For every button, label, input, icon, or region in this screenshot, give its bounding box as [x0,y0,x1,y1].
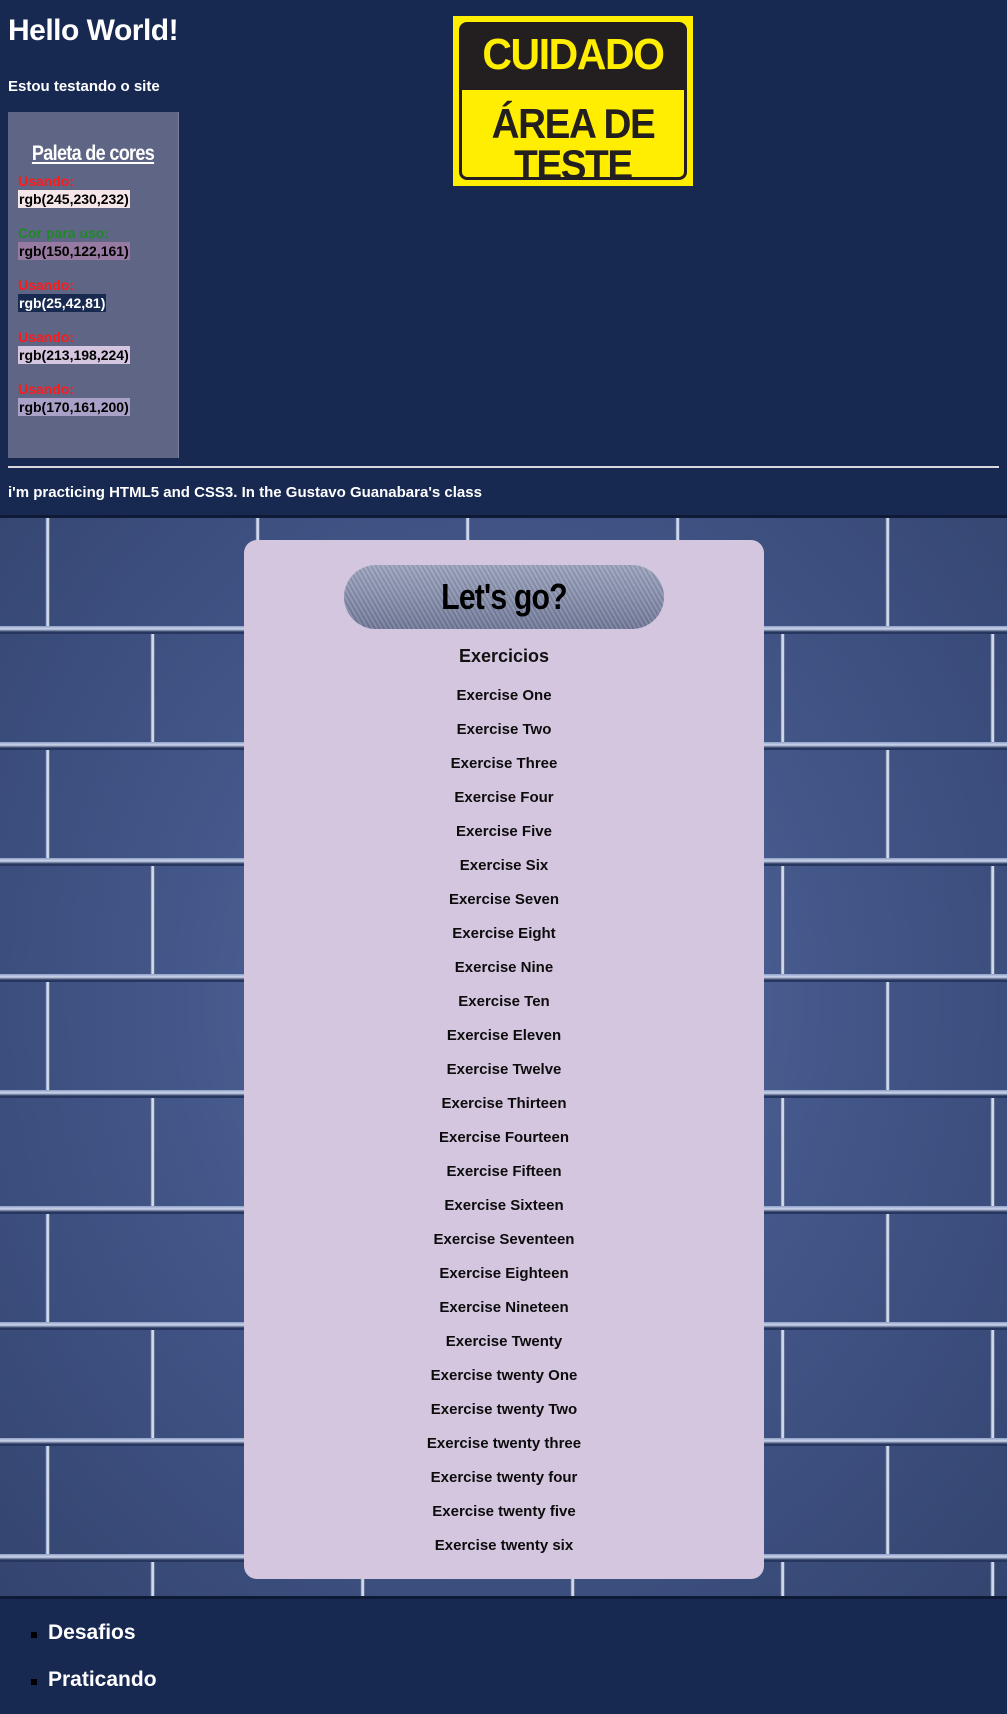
brick-joint [45,982,50,1090]
warning-sign-line3: TESTE [514,141,633,188]
palette-swatch: rgb(170,161,200) [18,398,130,416]
exercise-link[interactable]: Exercise Two [244,720,764,754]
brick-joint [885,750,890,858]
brick-joint [150,634,155,742]
brick-joint [150,1330,155,1438]
exercise-link[interactable]: Exercise Five [244,822,764,856]
palette-swatch: rgb(25,42,81) [18,294,107,312]
brick-joint [45,750,50,858]
brick-joint [150,1562,155,1596]
brick-joint [990,1098,995,1206]
exercise-link[interactable]: Exercise Eighteen [244,1264,764,1298]
palette-item-label: Cor para uso: [18,225,110,241]
brick-joint [45,1446,50,1554]
brick-joint [885,1214,890,1322]
horizontal-rule [8,466,999,468]
exercise-link[interactable]: Exercise twenty four [244,1468,764,1502]
exercise-link[interactable]: Exercise One [244,686,764,720]
exercise-link[interactable]: Exercise Nineteen [244,1298,764,1332]
palette-swatch: rgb(245,230,232) [18,190,130,208]
warning-sign-band: CUIDADO [459,22,687,90]
exercise-link[interactable]: Exercise Seven [244,890,764,924]
exercise-link[interactable]: Exercise Thirteen [244,1094,764,1128]
exercise-link[interactable]: Exercise Sixteen [244,1196,764,1230]
brick-joint [885,982,890,1090]
color-palette-box: Paleta de cores Usando: rgb(245,230,232)… [8,112,179,458]
brick-joint [990,1562,995,1596]
lets-go-banner: Let's go? [344,565,664,629]
brick-joint [150,866,155,974]
exercise-link[interactable]: Exercise Twenty [244,1332,764,1366]
brick-joint [780,634,785,742]
page-footer: Desafios Praticando [0,1599,1007,1714]
palette-item-label: Usando: [18,329,74,345]
palette-item: Usando: rgb(170,161,200) [18,380,130,416]
brick-joint [885,518,890,626]
warning-sign-image: CUIDADO ÁREA DE TESTE [453,16,693,186]
brick-wall-section: Let's go? Exercicios Exercise One Exercis… [0,515,1007,1599]
page-header: Hello World! Estou testando o site Palet… [0,0,1007,515]
footer-link-praticando[interactable]: Praticando [31,1668,157,1692]
brick-joint [990,866,995,974]
brick-joint [150,1098,155,1206]
palette-item-label: Usando: [18,277,74,293]
brick-joint [990,634,995,742]
exercise-link[interactable]: Exercise Three [244,754,764,788]
palette-item: Usando: rgb(213,198,224) [18,328,130,364]
palette-swatch: rgb(213,198,224) [18,346,130,364]
palette-item: Usando: rgb(245,230,232) [18,172,130,208]
lets-go-text: Let's go? [441,576,567,617]
exercise-link[interactable]: Exercise twenty three [244,1434,764,1468]
exercise-link[interactable]: Exercise Six [244,856,764,890]
palette-item: Usando: rgb(25,42,81) [18,276,107,312]
palette-title: Paleta de cores [31,142,155,165]
palette-item-label: Usando: [18,381,74,397]
exercise-list: Exercise One Exercise Two Exercise Three Ex… [244,686,764,1570]
exercise-link[interactable]: Exercise Twelve [244,1060,764,1094]
exercise-link[interactable]: Exercise Eleven [244,1026,764,1060]
exercise-link[interactable]: Exercise twenty Two [244,1400,764,1434]
exercise-link[interactable]: Exercise Seventeen [244,1230,764,1264]
exercise-link[interactable]: Exercise Ten [244,992,764,1026]
footer-link-desafios[interactable]: Desafios [31,1621,136,1645]
brick-joint [45,1214,50,1322]
warning-sign-line2: ÁREA DE [491,100,656,147]
page-subtitle: Estou testando o site [8,78,160,95]
exercise-link[interactable]: Exercise twenty five [244,1502,764,1536]
palette-item: Cor para uso: rgb(150,122,161) [18,224,130,260]
brick-joint [885,1446,890,1554]
exercises-heading: Exercicios [458,646,550,666]
exercise-link[interactable]: Exercise Eight [244,924,764,958]
brick-joint [780,1330,785,1438]
palette-swatch: rgb(150,122,161) [18,242,130,260]
exercise-link[interactable]: Exercise Fifteen [244,1162,764,1196]
exercise-link[interactable]: Exercise Four [244,788,764,822]
brick-joint [990,1330,995,1438]
brick-joint [780,1098,785,1206]
palette-item-label: Usando: [18,173,74,189]
exercise-link[interactable]: Exercise twenty One [244,1366,764,1400]
exercise-link[interactable]: Exercise twenty six [244,1536,764,1570]
exercise-link[interactable]: Exercise Nine [244,958,764,992]
warning-sign-line1: CUIDADO [482,30,665,79]
exercise-link[interactable]: Exercise Fourteen [244,1128,764,1162]
brick-joint [780,866,785,974]
practice-text: i'm practicing HTML5 and CSS3. In the Gu… [8,484,482,501]
brick-joint [45,518,50,626]
brick-joint [780,1562,785,1596]
exercise-card: Let's go? Exercicios Exercise One Exercis… [244,540,764,1579]
page-title: Hello World! [8,14,179,47]
